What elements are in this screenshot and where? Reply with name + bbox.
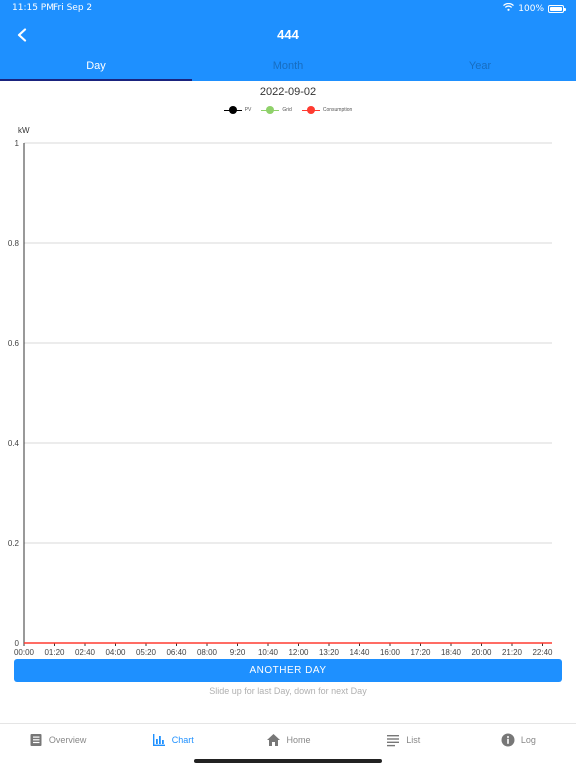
y-tick-label: 0.6 <box>8 339 20 348</box>
wifi-icon <box>503 2 515 14</box>
nav-item-chart[interactable]: Chart <box>115 724 230 755</box>
x-tick-label: 18:40 <box>441 648 462 657</box>
legend-marker-grid <box>261 106 280 114</box>
nav-item-overview[interactable]: Overview <box>0 724 115 755</box>
another-day-button[interactable]: ANOTHER DAY <box>14 659 562 682</box>
x-tick-label: 9:20 <box>230 648 246 657</box>
x-tick-label: 21:20 <box>502 648 523 657</box>
back-button[interactable] <box>12 25 32 45</box>
info-icon <box>501 733 515 746</box>
legend-item-grid: Grid <box>261 104 292 116</box>
y-tick-label: 1 <box>15 139 20 148</box>
nav-item-home[interactable]: Home <box>230 724 345 755</box>
list-icon <box>387 734 400 746</box>
nav-label-log: Log <box>520 734 536 745</box>
tab-year[interactable]: Year <box>384 52 576 81</box>
x-tick-label: 02:40 <box>75 648 96 657</box>
nav-label-home: Home <box>286 734 311 745</box>
app-header: 11:15 PM Fri Sep 2 100% 444 Day Month Ye… <box>0 0 576 81</box>
x-tick-label: 01:20 <box>44 648 65 657</box>
chevron-left-icon <box>17 28 27 42</box>
tab-day[interactable]: Day <box>0 52 192 81</box>
battery-percent: 100% <box>518 3 544 14</box>
legend-marker-pv <box>223 106 242 114</box>
power-line-chart[interactable]: kW 0 0.2 0.4 0.6 0.8 1 00:00 01:20 02:40 04:00 05:2… <box>0 118 576 658</box>
y-axis-unit-label: kW <box>18 126 30 135</box>
legend-item-consumption: Consumption <box>301 104 353 116</box>
slide-hint: Slide up for last Day, down for next Day <box>209 686 367 696</box>
x-tick-label: 04:00 <box>105 648 126 657</box>
home-indicator <box>194 759 382 763</box>
legend-label-consumption: Consumption <box>322 107 353 113</box>
y-tick-label: 0.2 <box>8 539 20 548</box>
legend-item-pv: PV <box>223 104 252 116</box>
status-date: Fri Sep 2 <box>53 3 93 13</box>
legend-label-pv: PV <box>244 107 252 113</box>
nav-item-log[interactable]: Log <box>461 724 576 755</box>
x-tick-label: 13:20 <box>319 648 340 657</box>
y-tick-label: 0 <box>15 639 20 648</box>
book-icon <box>30 733 42 746</box>
x-tick-label: 05:20 <box>136 648 157 657</box>
nav-label-list: List <box>406 734 421 745</box>
x-tick-label: 08:00 <box>197 648 218 657</box>
x-tick-label: 17:20 <box>410 648 431 657</box>
x-tick-label: 00:00 <box>14 648 35 657</box>
x-tick-label: 14:40 <box>349 648 370 657</box>
y-tick-label: 0.8 <box>8 239 20 248</box>
page-title: 444 <box>277 27 299 42</box>
legend-label-grid: Grid <box>282 107 292 113</box>
status-time: 11:15 PM <box>12 3 54 13</box>
status-bar: 11:15 PM Fri Sep 2 100% <box>0 0 576 18</box>
status-indicators: 100% <box>503 2 566 14</box>
chart-date: 2022-09-02 <box>259 86 317 98</box>
nav-item-list[interactable]: List <box>346 724 461 755</box>
legend-marker-consumption <box>301 106 320 114</box>
nav-label-overview: Overview <box>48 734 87 745</box>
chart-legend: PV Grid Consumption <box>0 104 576 116</box>
battery-icon <box>548 4 566 13</box>
x-tick-label: 16:00 <box>380 648 401 657</box>
x-tick-label: 12:00 <box>288 648 309 657</box>
nav-label-chart: Chart <box>171 734 194 745</box>
period-tabs: Day Month Year <box>0 52 576 81</box>
x-tick-label: 10:40 <box>258 648 279 657</box>
bar-chart-icon <box>152 733 165 746</box>
y-tick-label: 0.4 <box>8 439 20 448</box>
x-tick-label: 20:00 <box>471 648 492 657</box>
home-icon <box>266 733 280 746</box>
tab-month[interactable]: Month <box>192 52 384 81</box>
x-tick-label: 06:40 <box>166 648 187 657</box>
x-tick-label: 22:40 <box>532 648 553 657</box>
